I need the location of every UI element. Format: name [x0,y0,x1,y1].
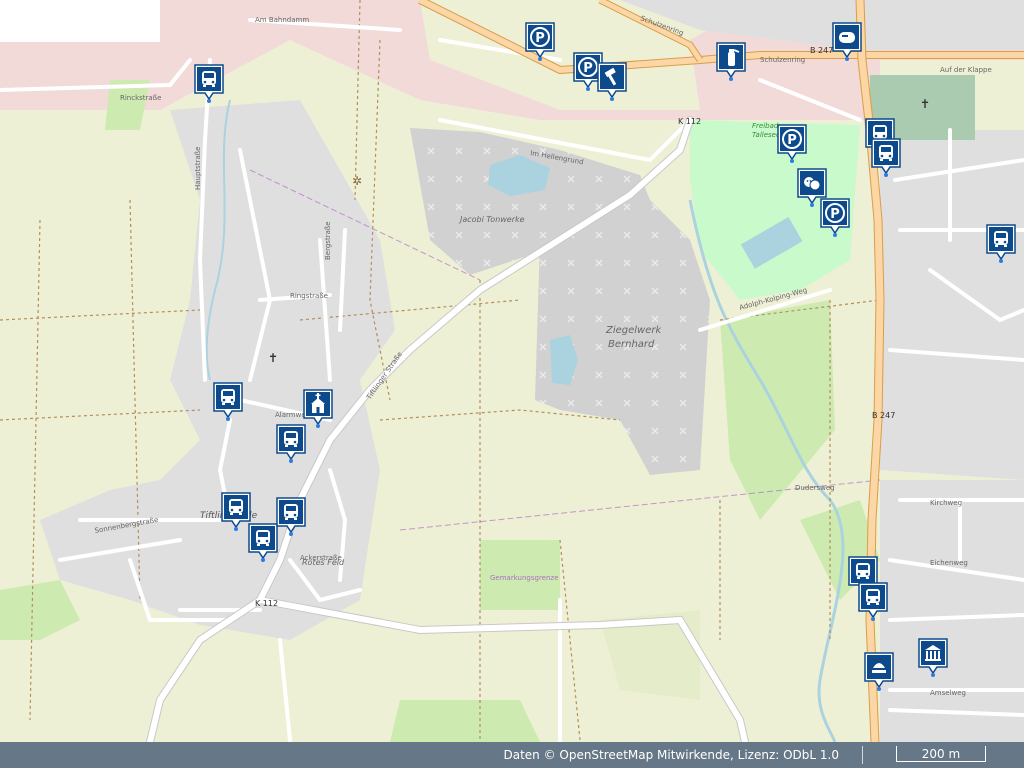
bus-marker[interactable] [248,523,278,563]
church-marker[interactable] [303,389,333,429]
bus-marker[interactable] [221,492,251,532]
svg-text:Freibad: Freibad [752,122,779,130]
footer-divider [862,746,863,764]
svg-text:Schulzenring: Schulzenring [760,56,805,64]
svg-text:Rinckstraße: Rinckstraße [120,94,161,102]
parking-marker[interactable]: P [820,198,850,238]
svg-text:Eichenweg: Eichenweg [930,559,968,567]
bus-icon [276,424,306,463]
bus-marker[interactable] [276,497,306,537]
bus-icon [194,64,224,103]
mailbox-marker[interactable] [832,22,862,62]
bus-icon [986,224,1016,263]
svg-text:Ringstraße: Ringstraße [290,292,328,300]
svg-text:P: P [830,207,840,222]
svg-text:Dudersweg: Dudersweg [795,484,835,492]
parking-icon: P [820,198,850,237]
svg-text:Rotes Feld: Rotes Feld [302,558,345,567]
bus-icon [871,138,901,177]
bus-marker[interactable] [858,582,888,622]
blank-area [0,0,160,42]
hammer-marker[interactable] [597,62,627,102]
svg-text:Ziegelwerk: Ziegelwerk [605,325,663,336]
bus-icon [276,497,306,536]
svg-text:Jacobi Tonwerke: Jacobi Tonwerke [458,215,525,224]
bus-marker[interactable] [213,382,243,422]
fire-extinguisher-marker[interactable] [716,42,746,82]
bank-icon [918,638,948,677]
parking-icon: P [777,124,807,163]
svg-text:Kirchweg: Kirchweg [930,499,962,507]
bank-marker[interactable] [918,638,948,678]
svg-text:✲: ✲ [352,174,362,188]
mailbox-icon [832,22,862,61]
hammer-icon [597,62,627,101]
svg-text:Hauptstraße: Hauptstraße [194,147,202,190]
svg-text:Gemarkungsgrenze: Gemarkungsgrenze [490,574,558,582]
bus-marker[interactable] [986,224,1016,264]
bus-marker[interactable] [871,138,901,178]
svg-text:B 247: B 247 [872,411,895,420]
scale-bar: 200 m [896,746,986,762]
fire-extinguisher-icon [716,42,746,81]
church-icon [303,389,333,428]
svg-text:P: P [583,61,593,76]
parking-icon: P [525,22,555,61]
svg-text:K 112: K 112 [255,599,278,608]
bus-marker[interactable] [276,424,306,464]
map-footer: Daten © OpenStreetMap Mitwirkende, Lizen… [0,742,1024,768]
svg-text:Bergstraße: Bergstraße [324,221,332,260]
svg-text:B 247: B 247 [810,46,833,55]
bus-icon [858,582,888,621]
bus-icon [213,382,243,421]
bus-icon [221,492,251,531]
attribution-text[interactable]: Daten © OpenStreetMap Mitwirkende, Lizen… [503,748,839,762]
svg-text:P: P [535,31,545,46]
svg-text:P: P [787,133,797,148]
bus-marker[interactable] [194,64,224,104]
svg-text:✝: ✝ [920,97,930,111]
svg-text:Amselweg: Amselweg [930,689,966,697]
svg-text:✝: ✝ [268,351,278,365]
cafe-icon [864,652,894,691]
svg-text:Bernhard: Bernhard [608,339,655,350]
svg-text:Am Bahndamm: Am Bahndamm [255,16,309,24]
bus-icon [248,523,278,562]
parking-marker[interactable]: P [777,124,807,164]
svg-text:Auf der Klappe: Auf der Klappe [940,66,992,74]
cafe-marker[interactable] [864,652,894,692]
parking-marker[interactable]: P [525,22,555,62]
svg-text:K 112: K 112 [678,117,701,126]
